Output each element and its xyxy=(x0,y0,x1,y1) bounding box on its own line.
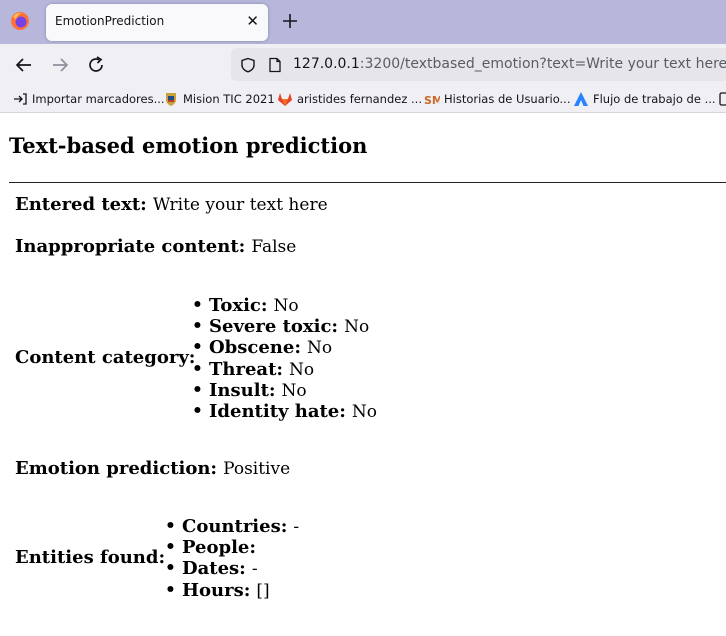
bookmark-mision-tic[interactable]: Mision TIC 2021 xyxy=(163,91,275,107)
inappropriate-label: Inappropriate content: xyxy=(15,236,246,257)
sm-icon: SM xyxy=(424,94,440,107)
entity-countries: Countries:- xyxy=(165,516,299,537)
more-bookmarks-icon[interactable] xyxy=(718,91,726,107)
inappropriate-row: Inappropriate content: False xyxy=(15,236,296,257)
category-label: Severe toxic: xyxy=(209,316,339,338)
content-category-label: Content category: xyxy=(15,347,196,368)
category-identity-hate: Identity hate:No xyxy=(192,401,377,422)
category-severe-toxic: Severe toxic:No xyxy=(192,316,377,337)
bookmark-flujo[interactable]: Flujo de trabajo de ... xyxy=(573,91,716,107)
bookmark-historias[interactable]: SM Historias de Usuario... xyxy=(424,91,571,107)
content-category-list: Toxic:No Severe toxic:No Obscene:No Thre… xyxy=(192,295,377,422)
entity-label: Dates: xyxy=(182,558,246,580)
entered-text-value: Write your text here xyxy=(152,195,328,215)
category-threat: Threat:No xyxy=(192,359,377,380)
entities-list: Countries:- People: Dates:- Hours:[] xyxy=(165,516,299,601)
url-host: 127.0.0.1 xyxy=(293,56,360,72)
bookmark-label: Mision TIC 2021 xyxy=(183,92,275,106)
entity-label: Hours: xyxy=(182,579,251,601)
entities-label: Entities found: xyxy=(15,547,166,568)
firefox-icon[interactable] xyxy=(10,11,30,31)
tab-emotion-prediction[interactable]: EmotionPrediction ✕ xyxy=(46,4,268,41)
bookmark-gitlab[interactable]: aristides fernandez ... xyxy=(277,91,422,107)
gitlab-icon xyxy=(278,93,292,106)
close-tab-icon[interactable]: ✕ xyxy=(246,12,259,30)
url-path: :3200/textbased_emotion?text=Write your … xyxy=(359,56,726,72)
category-insult: Insult:No xyxy=(192,380,377,401)
bookmark-label: Historias de Usuario... xyxy=(444,92,571,106)
category-value: No xyxy=(307,338,333,359)
category-value: No xyxy=(273,296,299,316)
navigation-bar: 127.0.0.1:3200/textbased_emotion?text=Wr… xyxy=(0,44,726,85)
category-label: Obscene: xyxy=(209,337,301,359)
inappropriate-value: False xyxy=(251,237,297,257)
entity-people: People: xyxy=(165,537,299,558)
import-icon xyxy=(14,93,27,105)
shield-icon[interactable] xyxy=(240,57,256,73)
entity-value: - xyxy=(251,559,258,580)
category-value: No xyxy=(289,359,315,380)
category-value: No xyxy=(281,380,307,401)
category-obscene: Obscene: No xyxy=(192,337,377,358)
bookmark-import[interactable]: Importar marcadores... xyxy=(12,91,165,107)
category-label: Threat: xyxy=(209,358,284,380)
entity-hours: Hours:[] xyxy=(165,580,299,601)
entity-dates: Dates:- xyxy=(165,558,299,579)
divider xyxy=(9,182,726,183)
crest-icon xyxy=(166,93,176,106)
category-value: No xyxy=(344,317,370,338)
atlassian-icon xyxy=(574,92,588,106)
emotion-value: Positive xyxy=(223,459,291,479)
tab-title: EmotionPrediction xyxy=(55,14,165,28)
bookmark-label: Flujo de trabajo de ... xyxy=(593,92,716,106)
entity-value: [] xyxy=(256,580,270,601)
category-label: Insult: xyxy=(209,379,276,401)
svg-text:SM: SM xyxy=(424,94,440,107)
entity-label: Countries: xyxy=(182,516,288,537)
entities-label-row: Entities found: xyxy=(15,547,165,568)
bookmark-label: aristides fernandez ... xyxy=(297,92,422,106)
back-icon[interactable] xyxy=(13,54,35,76)
emotion-row: Emotion prediction: Positive xyxy=(15,458,290,479)
new-tab-icon[interactable] xyxy=(280,11,300,31)
tab-bar: EmotionPrediction ✕ xyxy=(0,0,726,44)
content-category-label-row: Content category: xyxy=(15,347,195,368)
page-icon[interactable] xyxy=(267,57,283,73)
page-title: Text-based emotion prediction xyxy=(9,133,368,158)
address-bar[interactable]: 127.0.0.1:3200/textbased_emotion?text=Wr… xyxy=(231,48,726,81)
category-toxic: Toxic:No xyxy=(192,295,377,316)
bookmark-label: Importar marcadores... xyxy=(32,92,165,106)
entered-text-row: Entered text: Write your text here xyxy=(15,194,328,215)
category-label: Identity hate: xyxy=(209,400,346,422)
category-value: No xyxy=(351,401,378,422)
category-label: Toxic: xyxy=(209,295,268,316)
emotion-label: Emotion prediction: xyxy=(15,458,218,479)
entity-label: People: xyxy=(182,537,257,559)
forward-icon[interactable] xyxy=(49,54,71,76)
entered-text-label: Entered text: xyxy=(15,194,147,215)
reload-icon[interactable] xyxy=(85,54,107,76)
url-text[interactable]: 127.0.0.1:3200/textbased_emotion?text=Wr… xyxy=(293,56,726,72)
entity-value: - xyxy=(293,517,300,537)
bookmarks-bar: Importar marcadores... Mision TIC 2021 a… xyxy=(0,85,726,113)
